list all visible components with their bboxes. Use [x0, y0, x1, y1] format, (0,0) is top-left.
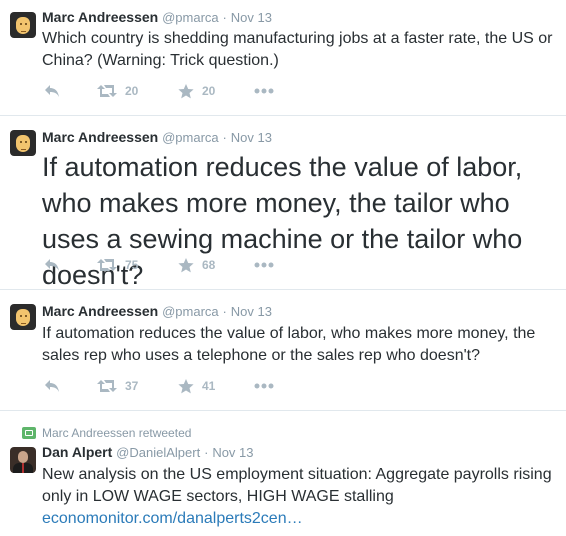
retweet-badge-icon — [22, 427, 36, 439]
favorite-count: 20 — [202, 84, 216, 98]
retweet-icon — [97, 259, 117, 271]
tweet-body: New analysis on the US employment situat… — [42, 466, 552, 505]
more-icon — [254, 383, 274, 389]
tweet-date[interactable]: Nov 13 — [212, 445, 253, 460]
reply-icon — [45, 85, 59, 97]
reply-button[interactable] — [44, 257, 60, 273]
separator: · — [222, 10, 227, 25]
author-handle[interactable]: @pmarca — [162, 10, 219, 25]
author-name[interactable]: Dan Alpert — [42, 444, 112, 460]
tweet-date[interactable]: Nov 13 — [231, 304, 272, 319]
author-handle[interactable]: @pmarca — [162, 304, 219, 319]
separator: · — [222, 130, 227, 145]
tweet[interactable]: Marc Andreessen retweeted Dan Alpert @Da… — [0, 411, 566, 536]
more-button[interactable] — [254, 257, 274, 273]
tweet-date[interactable]: Nov 13 — [231, 130, 272, 145]
favorite-count: 41 — [202, 379, 216, 393]
tweet-actions: 75 68 — [42, 257, 302, 273]
tweet[interactable]: Marc Andreessen @pmarca · Nov 13 Which c… — [0, 0, 566, 116]
retweet-count: 75 — [125, 258, 139, 272]
author-name[interactable]: Marc Andreessen — [42, 129, 158, 145]
separator: · — [204, 445, 209, 460]
tweet-text: Which country is shedding manufacturing … — [42, 30, 553, 69]
reply-icon — [45, 259, 59, 271]
tweet-link[interactable]: economonitor.com/danalperts2cen… — [42, 510, 303, 527]
tweet-text: If automation reduces the value of labor… — [42, 325, 536, 364]
avatar[interactable] — [10, 304, 36, 330]
tweet[interactable]: Marc Andreessen @pmarca · Nov 13 If auto… — [0, 290, 566, 411]
favorite-icon — [178, 83, 194, 98]
favorite-icon — [178, 378, 194, 393]
tweet-header: Dan Alpert @DanielAlpert · Nov 13 — [42, 444, 254, 460]
more-button[interactable] — [254, 378, 274, 394]
reply-button[interactable] — [44, 378, 60, 394]
retweet-icon — [97, 85, 117, 97]
tweet-actions: 20 20 — [42, 83, 302, 99]
favorite-count: 68 — [202, 258, 216, 272]
favorite-button[interactable]: 41 — [178, 378, 215, 394]
separator: · — [222, 304, 227, 319]
author-handle[interactable]: @pmarca — [162, 130, 219, 145]
more-icon — [254, 88, 274, 94]
tweet-header: Marc Andreessen @pmarca · Nov 13 — [42, 303, 272, 319]
retweet-button[interactable]: 75 — [97, 257, 138, 273]
tweet[interactable]: Marc Andreessen @pmarca · Nov 13 If auto… — [0, 116, 566, 290]
author-name[interactable]: Marc Andreessen — [42, 9, 158, 25]
author-handle[interactable]: @DanielAlpert — [116, 445, 200, 460]
tweet-date[interactable]: Nov 13 — [231, 10, 272, 25]
favorite-button[interactable]: 68 — [178, 257, 215, 273]
favorite-icon — [178, 257, 194, 272]
tweet-actions: 37 41 — [42, 378, 302, 394]
reply-button[interactable] — [44, 83, 60, 99]
retweet-count: 37 — [125, 379, 139, 393]
tweet-header: Marc Andreessen @pmarca · Nov 13 — [42, 9, 272, 25]
favorite-button[interactable]: 20 — [178, 83, 215, 99]
avatar[interactable] — [10, 130, 36, 156]
retweet-icon — [97, 380, 117, 392]
more-icon — [254, 262, 274, 268]
more-button[interactable] — [254, 83, 274, 99]
tweet-text: New analysis on the US employment situat… — [42, 464, 557, 530]
author-name[interactable]: Marc Andreessen — [42, 303, 158, 319]
retweeted-by[interactable]: Marc Andreessen retweeted — [42, 426, 191, 440]
retweet-context: Marc Andreessen retweeted — [22, 426, 191, 440]
reply-icon — [45, 380, 59, 392]
avatar[interactable] — [10, 447, 36, 473]
avatar[interactable] — [10, 12, 36, 38]
retweet-button[interactable]: 37 — [97, 378, 138, 394]
tweet-header: Marc Andreessen @pmarca · Nov 13 — [42, 129, 272, 145]
retweet-button[interactable]: 20 — [97, 83, 138, 99]
retweet-count: 20 — [125, 84, 139, 98]
